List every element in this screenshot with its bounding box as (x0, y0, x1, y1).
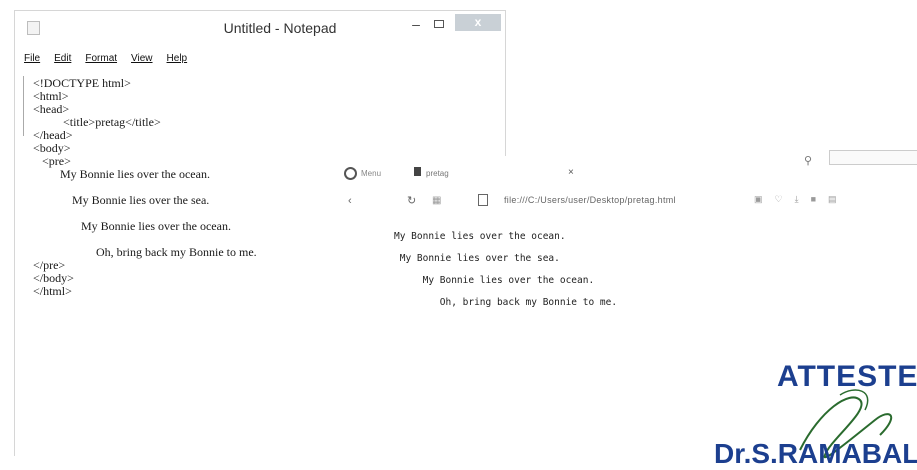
extension-icon[interactable]: ▤ (828, 194, 837, 205)
speed-dial-icon[interactable]: ▦ (432, 195, 441, 206)
close-button[interactable]: x (455, 14, 501, 31)
snapshot-icon[interactable]: ▣ (754, 194, 763, 205)
signer-name: Dr.S.RAMABALA (714, 438, 917, 469)
toolbar-icons: ▣ ♡ ⤓ ■ ▤ (754, 194, 837, 205)
browser-menu-label[interactable]: Menu (361, 169, 381, 178)
menu-view[interactable]: View (131, 53, 153, 64)
tab-close-icon[interactable]: × (568, 167, 574, 178)
notepad-title-bar[interactable]: Untitled - Notepad – x (15, 11, 505, 45)
browser-page-content: My Bonnie lies over the ocean. My Bonnie… (394, 231, 618, 308)
minimize-icon[interactable]: – (410, 17, 422, 31)
menu-help[interactable]: Help (167, 53, 188, 64)
reload-icon[interactable]: ↻ (407, 194, 416, 207)
page-info-icon[interactable] (478, 194, 488, 206)
address-bar[interactable]: file:///C:/Users/user/Desktop/pretag.htm… (504, 195, 676, 205)
maximize-icon[interactable] (434, 20, 444, 28)
page-icon (414, 167, 421, 176)
text-cursor (23, 76, 24, 136)
browser-tab-bar: Menu pretag × ⚲ (334, 150, 917, 188)
battery-icon[interactable]: ■ (811, 194, 816, 205)
search-icon[interactable]: ⚲ (804, 154, 812, 167)
search-input[interactable] (829, 150, 917, 165)
menu-format[interactable]: Format (85, 53, 117, 64)
heart-icon[interactable]: ♡ (775, 194, 783, 205)
opera-logo-icon[interactable] (344, 167, 357, 180)
notepad-text[interactable]: <!DOCTYPE html> <html> <head> <title>pre… (33, 77, 257, 298)
notepad-menu-bar: File Edit Format View Help (24, 53, 187, 64)
download-icon[interactable]: ⤓ (795, 194, 799, 205)
browser-nav-bar: ‹ ↻ ▦ file:///C:/Users/user/Desktop/pret… (334, 192, 917, 214)
back-icon[interactable]: ‹ (348, 195, 352, 207)
menu-file[interactable]: File (24, 53, 40, 64)
notepad-title: Untitled - Notepad (223, 20, 337, 36)
menu-edit[interactable]: Edit (54, 53, 71, 64)
tab-title[interactable]: pretag (426, 169, 449, 178)
